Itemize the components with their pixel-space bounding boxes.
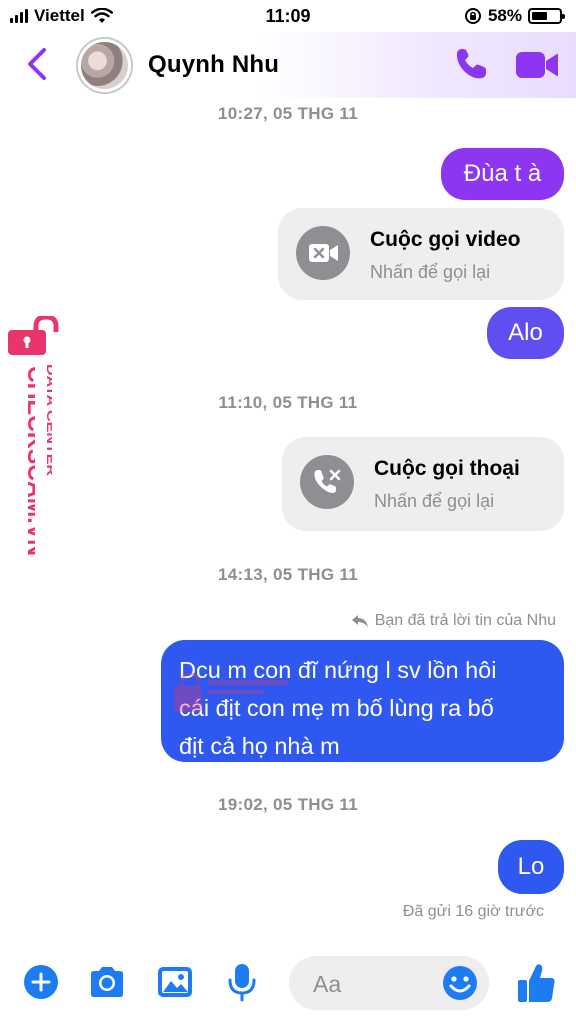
call-subtitle: Nhấn để gọi lại — [374, 491, 495, 511]
message-text: Đùa t à — [463, 160, 542, 187]
plus-icon[interactable] — [21, 962, 61, 1002]
message-line: địt cả họ nhà m — [179, 733, 340, 759]
svg-text:DATA CENTER: DATA CENTER — [44, 364, 52, 476]
composer-bar: Aa — [0, 950, 576, 1024]
watermark-ghost-logo — [174, 672, 288, 712]
voice-call-card[interactable]: Cuộc gọi thoại Nhấn để gọi lại — [282, 437, 564, 531]
phone-icon[interactable] — [453, 46, 489, 82]
image-icon[interactable] — [155, 962, 195, 1002]
missed-video-call-icon — [296, 226, 350, 280]
timestamp: 11:10, 05 THG 11 — [218, 393, 358, 412]
message-input-placeholder: Aa — [313, 971, 342, 997]
delivery-status: Đã gửi 16 giờ trước — [402, 903, 544, 920]
battery-percent: 58% — [487, 6, 522, 25]
video-camera-icon[interactable] — [515, 50, 559, 80]
message-text: Alo — [508, 319, 543, 346]
timestamp: 14:13, 05 THG 11 — [218, 565, 358, 584]
timestamp: 10:27, 05 THG 11 — [218, 104, 358, 123]
conversation-header: Quynh Nhu — [0, 32, 576, 98]
message-bubble-outgoing[interactable]: Đùa t à — [441, 148, 564, 200]
missed-voice-call-icon — [300, 455, 354, 509]
padlock-icon — [8, 316, 59, 355]
status-bar: Viettel 11:09 58% — [0, 0, 576, 32]
avatar[interactable] — [78, 39, 131, 92]
message-bubble-outgoing[interactable]: Alo — [487, 307, 564, 359]
message-input[interactable]: Aa — [289, 956, 489, 1010]
microphone-icon[interactable] — [222, 962, 262, 1002]
thumbs-up-icon[interactable] — [516, 962, 556, 1004]
battery-icon — [528, 8, 565, 24]
video-call-card[interactable]: Cuộc gọi video Nhấn để gọi lại — [278, 208, 564, 300]
emoji-icon[interactable] — [441, 964, 479, 1002]
orientation-lock-icon — [464, 8, 481, 24]
reply-arrow-icon — [351, 615, 368, 627]
call-subtitle: Nhấn để gọi lại — [370, 262, 491, 282]
chevron-left-icon[interactable] — [22, 46, 52, 82]
call-title: Cuộc gọi thoại — [374, 457, 520, 480]
contact-name[interactable]: Quynh Nhu — [148, 51, 279, 79]
message-text: Lo — [517, 853, 545, 880]
message-bubble-outgoing[interactable]: Lo — [498, 840, 564, 894]
watermark-brand: CHECKSCAM.VN — [22, 366, 35, 556]
camera-icon[interactable] — [87, 962, 127, 1002]
reply-note-text: Bạn đã trả lời tin của Nhu — [374, 612, 556, 629]
reply-note: Bạn đã trả lời tin của Nhu — [351, 612, 556, 630]
call-title: Cuộc gọi video — [370, 228, 521, 251]
watermark-subtitle: DATA CENTER — [44, 364, 52, 476]
timestamp: 19:02, 05 THG 11 — [218, 795, 358, 814]
battery-group: 58% — [464, 6, 565, 26]
